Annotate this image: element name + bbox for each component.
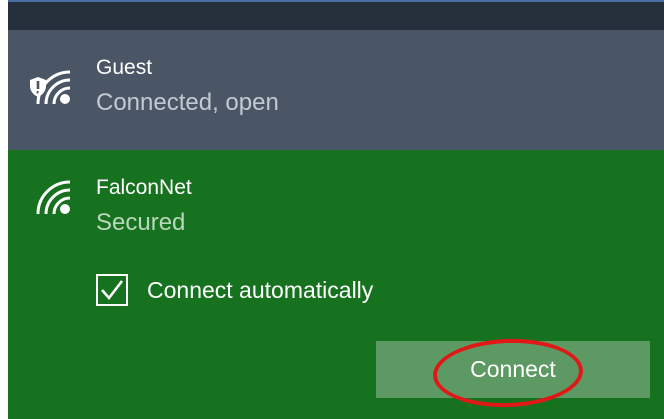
flyout-top-strip	[8, 0, 664, 30]
connect-automatically-option[interactable]: Connect automatically	[96, 272, 373, 308]
connect-button[interactable]: Connect	[376, 341, 650, 398]
wifi-icon	[36, 70, 71, 105]
network-status: Connected, open	[96, 89, 279, 116]
connect-automatically-checkbox[interactable]	[96, 274, 128, 306]
checkmark-icon	[101, 280, 124, 301]
network-name: FalconNet	[96, 176, 192, 199]
network-item-guest[interactable]: Guest Connected, open	[8, 30, 664, 150]
wifi-icon	[36, 180, 71, 215]
wifi-network-flyout: Guest Connected, open FalconNet Secured …	[8, 0, 664, 419]
network-status: Secured	[96, 209, 186, 236]
connect-automatically-label: Connect automatically	[147, 276, 374, 303]
network-name: Guest	[96, 56, 153, 79]
